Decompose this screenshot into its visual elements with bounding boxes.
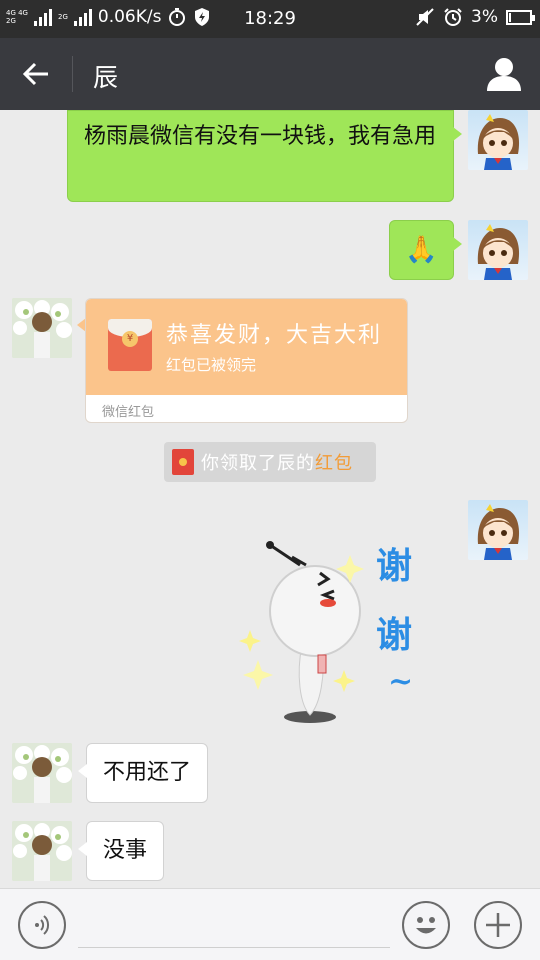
alarm-icon — [444, 8, 462, 26]
message-bubble-received[interactable]: 不用还了 — [77, 743, 209, 803]
chat-title: 辰 — [93, 63, 119, 92]
sticker-image[interactable] — [230, 535, 445, 730]
red-envelope-icon — [172, 449, 194, 475]
red-packet-card[interactable]: 恭喜发财，大吉大利 红包已被领完 微信红包 — [85, 298, 408, 423]
status-bar: 4G 4G 2G 2G 0.06K/s 18:29 3% — [0, 0, 540, 38]
message-bubble-received[interactable]: 没事 — [77, 821, 165, 881]
notice-link[interactable]: 红包 — [315, 449, 353, 475]
avatar[interactable] — [468, 500, 528, 560]
message-bubble-sent[interactable]: 🙏 — [389, 220, 462, 280]
input-bar — [0, 888, 540, 960]
avatar[interactable] — [12, 298, 72, 358]
red-packet-body: 恭喜发财，大吉大利 红包已被领完 — [86, 299, 407, 395]
pray-emoji: 🙏 — [405, 235, 438, 265]
smiley-icon[interactable] — [402, 901, 450, 949]
sticker-caption-1: 谢 — [376, 545, 413, 587]
voice-icon[interactable] — [18, 901, 66, 949]
message-text: 杨雨晨微信有没有一块钱，我有急用 — [84, 124, 437, 149]
message-input[interactable] — [78, 947, 390, 948]
avatar[interactable] — [468, 110, 528, 170]
sticker-caption-2: 谢 — [376, 614, 413, 656]
mute-icon — [416, 8, 434, 26]
battery-percent: 3% — [471, 7, 498, 27]
red-envelope-icon — [108, 319, 152, 371]
sticker-caption-3: ~ — [388, 664, 414, 699]
avatar[interactable] — [468, 220, 528, 280]
avatar[interactable] — [12, 743, 72, 803]
header-divider — [72, 56, 73, 92]
person-icon[interactable] — [485, 56, 523, 92]
arrow-left-icon[interactable] — [18, 56, 54, 92]
red-packet-footer: 微信红包 — [102, 405, 155, 420]
message-text: 没事 — [103, 838, 148, 863]
system-notice: 你领取了辰的 红包 — [164, 442, 376, 482]
chat-header: 辰 — [0, 38, 540, 110]
red-packet-title: 恭喜发财，大吉大利 — [166, 323, 383, 348]
avatar[interactable] — [12, 821, 72, 881]
plus-icon[interactable] — [474, 901, 522, 949]
notice-text: 你领取了辰的 — [201, 453, 315, 474]
message-text: 不用还了 — [103, 760, 192, 785]
red-packet-status: 红包已被领完 — [166, 356, 257, 374]
message-bubble-sent[interactable]: 杨雨晨微信有没有一块钱，我有急用 — [67, 110, 462, 202]
battery-icon — [506, 9, 535, 25]
